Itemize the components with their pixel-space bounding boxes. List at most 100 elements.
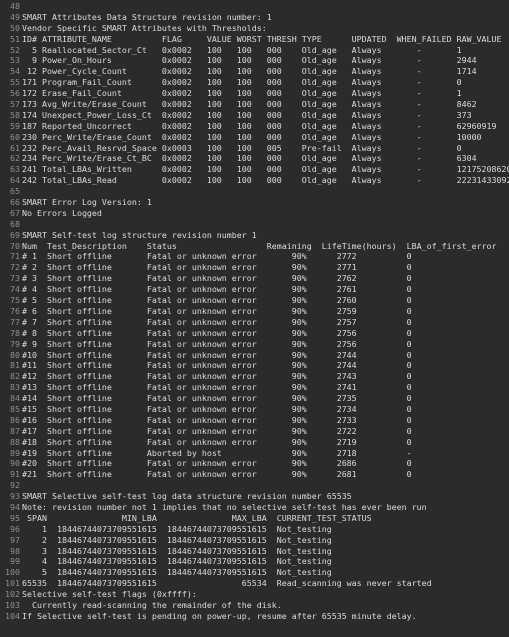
terminal-line: 67 No Errors Logged xyxy=(0,208,509,219)
line-number: 72 xyxy=(10,262,20,273)
line-text: 9 Power_On_Hours 0x0002 100 100 000 Old_… xyxy=(22,55,477,66)
terminal-line: 63 241 Total_LBAs_Written 0x0002 100 100 … xyxy=(0,164,509,175)
line-number: 74 xyxy=(10,284,20,295)
line-text: #17 Short offline Fatal or unknown error… xyxy=(22,425,412,436)
line-number: 60 xyxy=(10,131,20,142)
line-number: 102 xyxy=(5,589,20,600)
terminal-line: 58 174 Unexpect_Power_Loss_Ct 0x0002 100 … xyxy=(0,110,509,121)
line-text: # 7 Short offline Fatal or unknown error… xyxy=(22,316,412,327)
line-number: 90 xyxy=(10,458,20,469)
line-number: 49 xyxy=(10,11,20,22)
line-text: #18 Short offline Fatal or unknown error… xyxy=(22,436,412,447)
line-number: 96 xyxy=(10,523,20,534)
line-text: # 6 Short offline Fatal or unknown error… xyxy=(22,305,412,316)
line-number: 76 xyxy=(10,305,20,316)
line-text: SMART Attributes Data Structure revision… xyxy=(22,11,272,22)
terminal-line: 93 SMART Selective self-test log data str… xyxy=(0,491,509,502)
terminal-line: 86 #16 Short offline Fatal or unknown err… xyxy=(0,415,509,426)
line-number: 98 xyxy=(10,545,20,556)
line-text xyxy=(22,186,509,197)
line-number: 79 xyxy=(10,338,20,349)
line-number: 85 xyxy=(10,403,20,414)
line-number: 101 xyxy=(5,578,20,589)
terminal-line: 100 5 18446744073709551615 1844674407370… xyxy=(0,567,509,578)
line-number: 62 xyxy=(10,153,20,164)
line-number: 55 xyxy=(10,77,20,88)
terminal-line: 68 xyxy=(0,219,509,230)
line-text: 1 18446744073709551615 18446744073709551… xyxy=(22,523,332,534)
line-text: #21 Short offline Fatal or unknown error… xyxy=(22,469,412,480)
line-text: Num Test_Description Status Remaining Li… xyxy=(22,240,497,251)
line-number: 87 xyxy=(10,425,20,436)
terminal-line: 54 12 Power_Cycle_Count 0x0002 100 100 0… xyxy=(0,66,509,77)
line-text: SMART Self-test log structure revision n… xyxy=(22,229,257,240)
line-number: 86 xyxy=(10,414,20,425)
terminal-line: 53 9 Power_On_Hours 0x0002 100 100 000 O… xyxy=(0,55,509,66)
terminal-line: 69 SMART Self-test log structure revision… xyxy=(0,230,509,241)
line-text: If Selective self-test is pending on pow… xyxy=(22,610,417,621)
terminal-line: 82 #12 Short offline Fatal or unknown err… xyxy=(0,371,509,382)
terminal-line: 98 3 18446744073709551615 18446744073709… xyxy=(0,546,509,557)
line-text xyxy=(22,1,509,12)
terminal-line: 77 # 7 Short offline Fatal or unknown err… xyxy=(0,317,509,328)
line-number: 70 xyxy=(10,240,20,251)
line-number: 104 xyxy=(5,610,20,621)
line-text: # 2 Short offline Fatal or unknown error… xyxy=(22,262,412,273)
terminal-line: 85 #15 Short offline Fatal or unknown err… xyxy=(0,404,509,415)
line-number: 51 xyxy=(10,33,20,44)
line-number: 99 xyxy=(10,556,20,567)
terminal-line: 79 # 9 Short offline Fatal or unknown err… xyxy=(0,339,509,350)
line-text: # 3 Short offline Fatal or unknown error… xyxy=(22,273,412,284)
line-number: 77 xyxy=(10,316,20,327)
line-number: 69 xyxy=(10,229,20,240)
line-number: 93 xyxy=(10,491,20,502)
terminal-line: 64 242 Total_LBAs_Read 0x0002 100 100 000… xyxy=(0,175,509,186)
terminal-line: 70 Num Test_Description Status Remaining … xyxy=(0,241,509,252)
terminal-line: 104 If Selective self-test is pending on … xyxy=(0,611,509,622)
terminal-line: 48 xyxy=(0,1,509,12)
line-text: Vendor Specific SMART Attributes with Th… xyxy=(22,22,267,33)
line-number: 61 xyxy=(10,142,20,153)
terminal-output[interactable]: 48 49 SMART Attributes Data Structure revi… xyxy=(0,0,509,637)
line-text: # 8 Short offline Fatal or unknown error… xyxy=(22,327,412,338)
line-text: 232 Perc_Avail_Resrvd_Space 0x0003 100 1… xyxy=(22,142,462,153)
terminal-line: 101 65535 18446744073709551615 65534 Read… xyxy=(0,578,509,589)
line-text: 174 Unexpect_Power_Loss_Ct 0x0002 100 10… xyxy=(22,109,472,120)
line-number: 67 xyxy=(10,207,20,218)
line-number: 97 xyxy=(10,534,20,545)
line-text: #14 Short offline Fatal or unknown error… xyxy=(22,393,412,404)
terminal-line: 51 ID# ATTRIBUTE_NAME FLAG VALUE WORST TH… xyxy=(0,34,509,45)
terminal-line: 65 xyxy=(0,186,509,197)
line-number: 59 xyxy=(10,120,20,131)
line-text: SPAN MIN_LBA MAX_LBA CURRENT_TEST_STATUS xyxy=(22,512,372,523)
line-text: # 1 Short offline Fatal or unknown error… xyxy=(22,251,412,262)
line-text: #12 Short offline Fatal or unknown error… xyxy=(22,371,412,382)
terminal-line: 66 SMART Error Log Version: 1 xyxy=(0,197,509,208)
line-text: # 5 Short offline Fatal or unknown error… xyxy=(22,295,412,306)
line-text: 172 Erase_Fail_Count 0x0002 100 100 000 … xyxy=(22,88,462,99)
terminal-line: 88 #18 Short offline Fatal or unknown err… xyxy=(0,437,509,448)
line-text: #13 Short offline Fatal or unknown error… xyxy=(22,382,412,393)
line-number: 65 xyxy=(10,186,20,197)
line-text: SMART Error Log Version: 1 xyxy=(22,197,152,208)
line-text: 65535 18446744073709551615 65534 Read_sc… xyxy=(22,578,432,589)
line-text xyxy=(22,480,509,491)
terminal-line: 80 #10 Short offline Fatal or unknown err… xyxy=(0,350,509,361)
terminal-line: 81 #11 Short offline Fatal or unknown err… xyxy=(0,360,509,371)
terminal-line: 89 #19 Short offline Aborted by host 90% … xyxy=(0,448,509,459)
line-number: 48 xyxy=(10,1,20,11)
terminal-line: 73 # 3 Short offline Fatal or unknown err… xyxy=(0,273,509,284)
terminal-line: 102 Selective self-test flags (0xffff): xyxy=(0,589,509,600)
terminal-line: 87 #17 Short offline Fatal or unknown err… xyxy=(0,426,509,437)
terminal-line: 97 2 18446744073709551615 18446744073709… xyxy=(0,535,509,546)
terminal-line: 50 Vendor Specific SMART Attributes with … xyxy=(0,23,509,34)
terminal-line: 49 SMART Attributes Data Structure revisi… xyxy=(0,12,509,23)
terminal-line: 75 # 5 Short offline Fatal or unknown err… xyxy=(0,295,509,306)
terminal-line: 57 173 Avg_Write/Erase_Count 0x0002 100 1… xyxy=(0,99,509,110)
terminal-line: 60 230 Perc_Write/Erase_Count 0x0002 100 … xyxy=(0,132,509,143)
terminal-line: 62 234 Perc_Write/Erase_Ct_BC 0x0002 100 … xyxy=(0,153,509,164)
terminal-line: 74 # 4 Short offline Fatal or unknown err… xyxy=(0,284,509,295)
terminal-line: 61 232 Perc_Avail_Resrvd_Space 0x0003 100… xyxy=(0,143,509,154)
line-text: Currently read-scanning the remainder of… xyxy=(22,599,282,610)
line-number: 89 xyxy=(10,447,20,458)
